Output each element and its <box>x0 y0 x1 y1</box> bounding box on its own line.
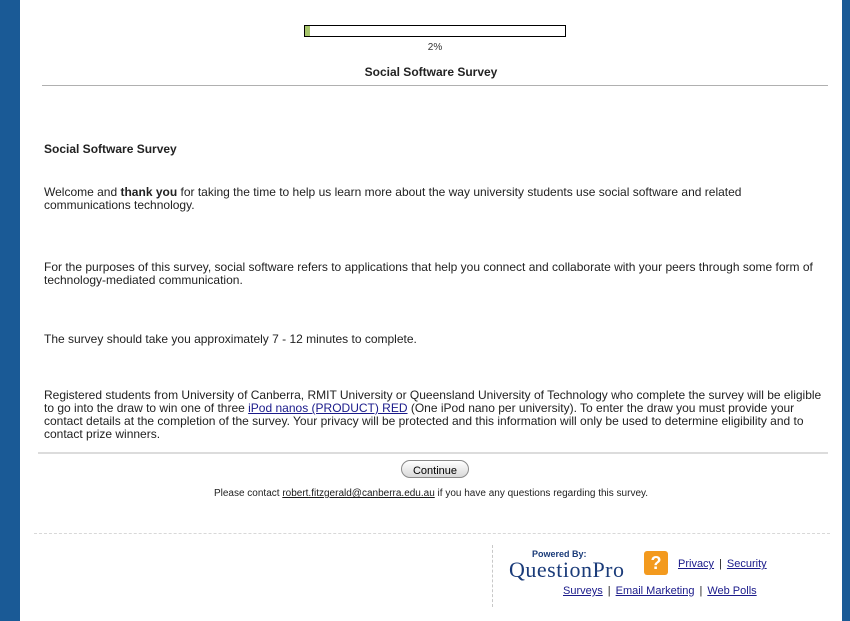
link-separator: | <box>719 558 722 570</box>
survey-intro: Social Software Survey Welcome and thank… <box>44 142 834 441</box>
progress-indicator: 2% <box>304 25 566 53</box>
contact-text-2: if you have any questions regarding this… <box>434 488 649 499</box>
privacy-link[interactable]: Privacy <box>678 558 714 570</box>
progress-fill <box>305 26 311 36</box>
surveys-link[interactable]: Surveys <box>563 585 603 597</box>
welcome-text-1: Welcome and <box>44 185 121 199</box>
link-separator: | <box>607 585 611 597</box>
questionpro-badge-icon: ? <box>644 551 668 575</box>
page-title: Social Software Survey <box>364 65 498 79</box>
divider <box>38 452 828 454</box>
definition-paragraph: For the purposes of this survey, social … <box>44 260 813 287</box>
questionpro-logo[interactable]: QuestionPro <box>509 557 625 583</box>
continue-button[interactable]: Continue <box>401 460 469 478</box>
email-marketing-link[interactable]: Email Marketing <box>616 585 695 597</box>
welcome-paragraph: Welcome and thank you for taking the tim… <box>44 186 824 212</box>
ipod-link[interactable]: iPod nanos (PRODUCT) RED <box>248 401 407 415</box>
security-link[interactable]: Security <box>727 558 767 570</box>
divider <box>42 85 828 86</box>
footer-links-row-1: Privacy | Security <box>678 558 767 570</box>
duration-paragraph: The survey should take you approximately… <box>44 332 417 346</box>
progress-percent: 2% <box>427 42 443 53</box>
prize-paragraph: Registered students from University of C… <box>44 389 834 441</box>
footer-links-row-2: Surveys | Email Marketing | Web Polls <box>563 585 757 597</box>
survey-page: 2% Social Software Survey Social Softwar… <box>20 0 842 621</box>
web-polls-link[interactable]: Web Polls <box>707 585 756 597</box>
contact-line: Please contact robert.fitzgerald@canberr… <box>20 488 842 499</box>
intro-heading: Social Software Survey <box>44 142 177 156</box>
divider <box>492 545 493 607</box>
link-separator: | <box>699 585 703 597</box>
welcome-bold: thank you <box>120 185 178 199</box>
divider <box>34 533 830 534</box>
contact-email-link[interactable]: robert.fitzgerald@canberra.edu.au <box>282 488 434 499</box>
progress-bar <box>304 25 566 37</box>
contact-text-1: Please contact <box>213 488 283 499</box>
